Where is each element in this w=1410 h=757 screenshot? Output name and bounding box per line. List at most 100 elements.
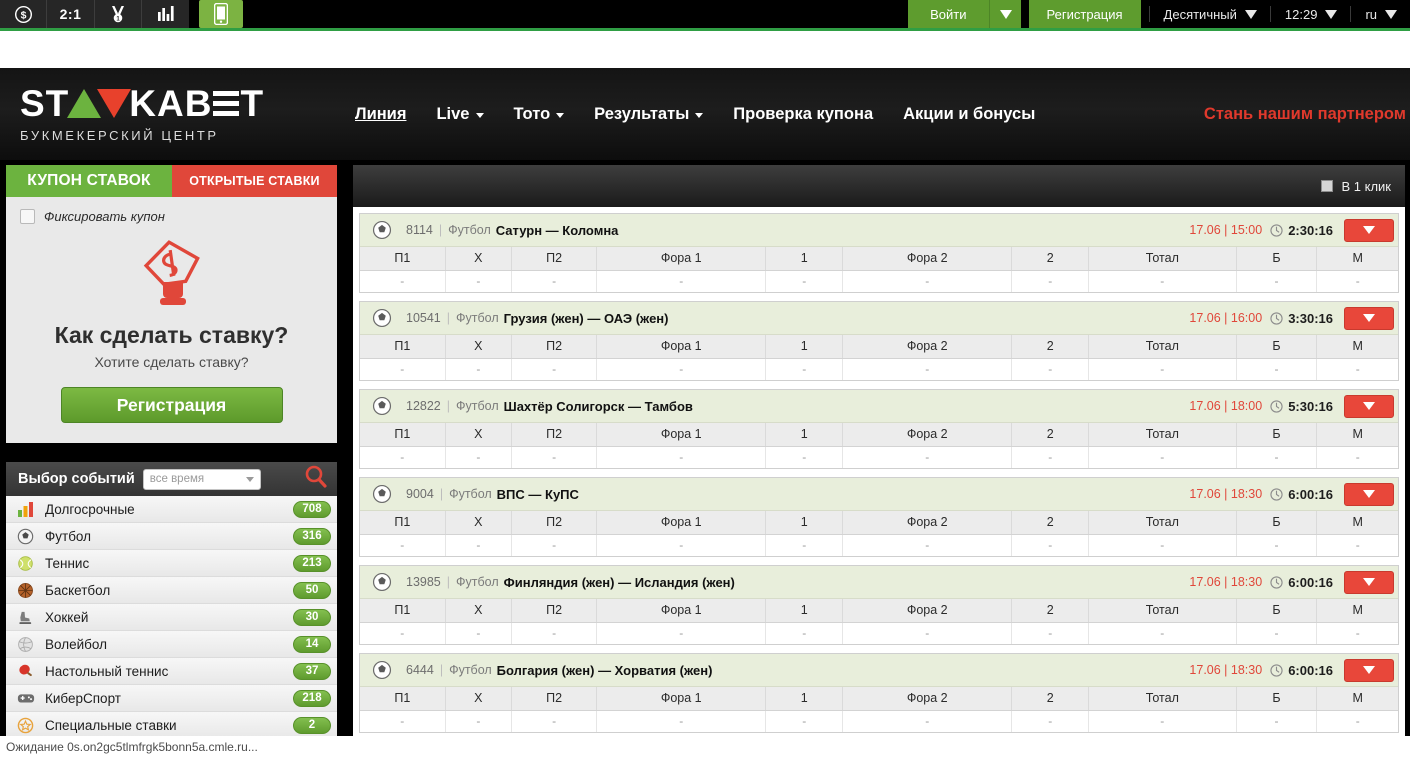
- odds-cell[interactable]: -: [1011, 622, 1090, 644]
- match-row[interactable]: 8114 | Футбол Сатурн — Коломна 17.06 | 15:00…: [359, 213, 1399, 293]
- odds-cell[interactable]: -: [842, 446, 1013, 468]
- odds-cell[interactable]: -: [445, 710, 513, 732]
- odds-cell[interactable]: -: [360, 534, 446, 556]
- odds-cell[interactable]: -: [511, 622, 598, 644]
- dollar-coin-icon[interactable]: $: [0, 0, 47, 28]
- expand-market-button[interactable]: [1344, 394, 1394, 418]
- expand-market-button[interactable]: [1344, 306, 1394, 330]
- sidebar-item-volleyball[interactable]: Волейбол 14: [6, 631, 337, 658]
- odds-cell[interactable]: -: [765, 622, 844, 644]
- mobile-phone-icon[interactable]: [199, 0, 243, 28]
- sidebar-item-table-tennis[interactable]: Настольный теннис 37: [6, 658, 337, 685]
- site-logo[interactable]: ST KAB T БУКМЕКЕРСКИЙ ЦЕНТР: [0, 85, 340, 143]
- odds-cell[interactable]: -: [1236, 446, 1318, 468]
- odds-cell[interactable]: -: [445, 270, 513, 292]
- odds-cell[interactable]: -: [842, 710, 1013, 732]
- fix-coupon-row[interactable]: Фиксировать купон: [20, 209, 323, 224]
- odds-cell[interactable]: -: [1088, 622, 1237, 644]
- nav-item-toto[interactable]: Тото: [499, 68, 580, 160]
- odds-cell[interactable]: -: [765, 710, 844, 732]
- partner-link[interactable]: Стань нашим партнером: [1204, 105, 1410, 124]
- coupon-register-button[interactable]: Регистрация: [60, 387, 283, 423]
- odds-cell[interactable]: -: [445, 446, 513, 468]
- odds-cell[interactable]: -: [1011, 710, 1090, 732]
- odds-cell[interactable]: -: [596, 534, 767, 556]
- odds-cell[interactable]: -: [511, 710, 598, 732]
- language-selector[interactable]: ru: [1351, 0, 1410, 28]
- odds-cell[interactable]: -: [1236, 534, 1318, 556]
- odds-cell[interactable]: -: [842, 622, 1013, 644]
- odds-format-selector[interactable]: Десятичный: [1150, 0, 1270, 28]
- odds-cell[interactable]: -: [360, 446, 446, 468]
- search-icon[interactable]: [303, 464, 329, 495]
- odds-cell[interactable]: -: [1316, 710, 1398, 732]
- odds-cell[interactable]: -: [842, 358, 1013, 380]
- odds-cell[interactable]: -: [1316, 446, 1398, 468]
- odds-cell[interactable]: -: [445, 622, 513, 644]
- odds-cell[interactable]: -: [1316, 270, 1398, 292]
- odds-cell[interactable]: -: [1088, 446, 1237, 468]
- expand-market-button[interactable]: [1344, 658, 1394, 682]
- odds-cell[interactable]: -: [1316, 534, 1398, 556]
- sidebar-item-special-bets[interactable]: Специальные ставки 2: [6, 712, 337, 739]
- odds-cell[interactable]: -: [360, 710, 446, 732]
- odds-cell[interactable]: -: [596, 270, 767, 292]
- match-row[interactable]: 13985 | Футбол Финляндия (жен) — Исландия (…: [359, 565, 1399, 645]
- nav-item-live[interactable]: Live: [421, 68, 498, 160]
- odds-cell[interactable]: -: [1236, 710, 1318, 732]
- match-row[interactable]: 9004 | Футбол ВПС — КуПС 17.06 | 18:30 6:00:1…: [359, 477, 1399, 557]
- odds-cell[interactable]: -: [1011, 534, 1090, 556]
- expand-market-button[interactable]: [1344, 218, 1394, 242]
- nav-item-results[interactable]: Результаты: [579, 68, 718, 160]
- tab-bet-coupon[interactable]: КУПОН СТАВОК: [6, 165, 172, 197]
- odds-cell[interactable]: -: [596, 710, 767, 732]
- one-click-checkbox[interactable]: [1320, 180, 1333, 192]
- nav-item-liniya[interactable]: Линия: [340, 68, 421, 160]
- odds-cell[interactable]: -: [360, 622, 446, 644]
- odds-cell[interactable]: -: [596, 446, 767, 468]
- match-row[interactable]: 6444 | Футбол Болгария (жен) — Хорватия (же…: [359, 653, 1399, 733]
- bar-stats-icon[interactable]: [142, 0, 189, 28]
- sidebar-item-basketball[interactable]: Баскетбол 50: [6, 577, 337, 604]
- odds-cell[interactable]: -: [360, 358, 446, 380]
- sidebar-item-longterm[interactable]: Долгосрочные 708: [6, 496, 337, 523]
- odds-cell[interactable]: -: [1011, 358, 1090, 380]
- tab-open-bets[interactable]: ОТКРЫТЫЕ СТАВКИ: [172, 165, 337, 197]
- odds-cell[interactable]: -: [1011, 270, 1090, 292]
- odds-cell[interactable]: -: [842, 534, 1013, 556]
- odds-cell[interactable]: -: [1088, 710, 1237, 732]
- odds-cell[interactable]: -: [765, 446, 844, 468]
- sidebar-item-football[interactable]: Футбол 316: [6, 523, 337, 550]
- odds-cell[interactable]: -: [511, 358, 598, 380]
- odds-cell[interactable]: -: [842, 270, 1013, 292]
- login-dropdown-caret-icon[interactable]: [988, 0, 1021, 28]
- match-row[interactable]: 12822 | Футбол Шахтёр Солигорск — Тамбов 17.…: [359, 389, 1399, 469]
- odds-cell[interactable]: -: [1236, 270, 1318, 292]
- odds-cell[interactable]: -: [1236, 622, 1318, 644]
- odds-cell[interactable]: -: [596, 358, 767, 380]
- odds-cell[interactable]: -: [511, 534, 598, 556]
- nav-item-coupon-check[interactable]: Проверка купона: [718, 68, 888, 160]
- odds-cell[interactable]: -: [765, 358, 844, 380]
- odds-cell[interactable]: -: [1088, 270, 1237, 292]
- register-button[interactable]: Регистрация: [1028, 0, 1141, 28]
- odds-cell[interactable]: -: [445, 534, 513, 556]
- odds-ratio-button[interactable]: 2:1: [47, 0, 95, 28]
- odds-cell[interactable]: -: [765, 270, 844, 292]
- odds-cell[interactable]: -: [1088, 534, 1237, 556]
- odds-cell[interactable]: -: [1316, 622, 1398, 644]
- expand-market-button[interactable]: [1344, 482, 1394, 506]
- expand-market-button[interactable]: [1344, 570, 1394, 594]
- odds-cell[interactable]: -: [596, 622, 767, 644]
- odds-cell[interactable]: -: [1236, 358, 1318, 380]
- odds-cell[interactable]: -: [1088, 358, 1237, 380]
- medal-icon[interactable]: 1: [95, 0, 142, 28]
- fix-coupon-checkbox[interactable]: [20, 209, 35, 224]
- odds-cell[interactable]: -: [1316, 358, 1398, 380]
- sidebar-item-esports[interactable]: КиберСпорт 218: [6, 685, 337, 712]
- nav-item-promotions[interactable]: Акции и бонусы: [888, 68, 1050, 160]
- timezone-selector[interactable]: 12:29: [1271, 0, 1351, 28]
- odds-cell[interactable]: -: [511, 270, 598, 292]
- events-time-select[interactable]: все время: [142, 468, 261, 490]
- match-row[interactable]: 10541 | Футбол Грузия (жен) — ОАЭ (жен) 17.0…: [359, 301, 1399, 381]
